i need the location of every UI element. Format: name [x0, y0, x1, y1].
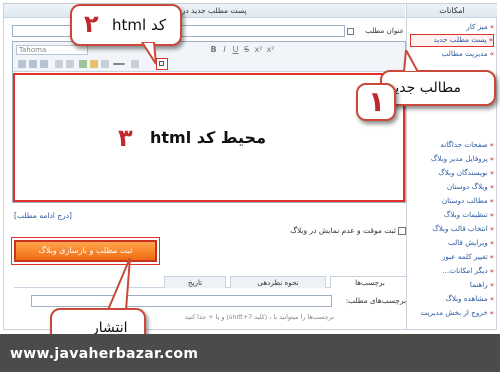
- sidebar-item-label: صفحات جداگانه: [440, 140, 488, 149]
- bullet-icon: »: [489, 155, 494, 163]
- title-checkbox[interactable]: [347, 28, 354, 35]
- tab-tags[interactable]: برچسب‌ها: [330, 276, 410, 288]
- sidebar-item-new-post[interactable]: »پست مطلب جدید: [410, 34, 494, 47]
- temporary-save-checkbox[interactable]: [398, 227, 406, 235]
- callout-new-post: مطالب جدید: [380, 70, 496, 106]
- bullet-icon: »: [489, 183, 494, 191]
- sidebar-item-label: راهنما: [469, 280, 488, 289]
- subscript-button[interactable]: x²: [254, 45, 263, 54]
- sidebar-item-more[interactable]: »دیگر امکانات...: [410, 265, 494, 277]
- sidebar-header: امکانات: [407, 4, 497, 18]
- bold-button[interactable]: B: [209, 45, 218, 54]
- post-editor: Tahoma B I U S x² x²: [12, 41, 406, 203]
- italic-button[interactable]: I: [220, 45, 229, 54]
- bullet-icon: »: [489, 211, 494, 219]
- sidebar-item-label: مطالب دوستان: [441, 196, 488, 205]
- callout-html-code: ۲ کد html: [70, 4, 182, 46]
- source-view-icon[interactable]: [131, 60, 139, 68]
- bullet-icon: »: [489, 267, 494, 275]
- tab-comments[interactable]: نحوه نظردهی: [230, 276, 326, 288]
- callout-number: ۱: [368, 85, 386, 118]
- strike-button[interactable]: S: [242, 45, 251, 54]
- link-icon[interactable]: [79, 60, 87, 68]
- underline-button[interactable]: U: [231, 45, 240, 54]
- bullet-icon: »: [489, 309, 494, 317]
- bullet-icon: »: [489, 239, 494, 247]
- indent-icon[interactable]: [40, 60, 48, 68]
- post-options-tabs: برچسب‌ها نحوه نظردهی تاریخ: [14, 276, 410, 288]
- tags-input[interactable]: [31, 295, 332, 307]
- sidebar-item-choose-theme[interactable]: »انتخاب قالب وبلاگ: [410, 223, 494, 235]
- callout-html-tail: [140, 42, 157, 65]
- sidebar-item-profile[interactable]: »پروفایل مدیر وبلاگ: [410, 153, 494, 165]
- bullet-icon: »: [489, 295, 494, 303]
- read-more-link[interactable]: [درج ادامه مطلب]: [14, 211, 72, 220]
- editor-toolbar: Tahoma B I U S x² x²: [13, 42, 405, 72]
- tab-date[interactable]: تاریخ: [164, 276, 226, 288]
- sidebar-item-view-blog[interactable]: »مشاهده وبلاگ: [410, 293, 494, 305]
- sidebar-item-label: مشاهده وبلاگ: [445, 294, 488, 303]
- main-panel: پست مطلب جدید در وبلاگ عنوان مطلب Tahoma…: [4, 4, 410, 329]
- bullet-icon: »: [489, 50, 494, 58]
- sidebar-item-authors[interactable]: »نویسندگان وبلاگ: [410, 167, 494, 179]
- callout-number-one: ۱: [356, 83, 396, 121]
- table-icon[interactable]: [101, 60, 109, 68]
- sidebar-item-label: پست مطلب جدید: [433, 35, 487, 44]
- hr-icon[interactable]: [113, 63, 125, 65]
- editor-number: ۳: [118, 124, 133, 152]
- align-icon[interactable]: [18, 60, 26, 68]
- editor-label: محیط کد html: [150, 128, 266, 147]
- sidebar-item-label: مدیریت مطالب: [441, 49, 488, 58]
- sidebar-item-label: پروفایل مدیر وبلاگ: [430, 154, 488, 163]
- sidebar-item-label: میز کار: [466, 22, 488, 31]
- tags-label: برچسب‌های مطلب:: [345, 296, 406, 305]
- callout-new-post-tail: [402, 50, 420, 72]
- superscript-button[interactable]: x²: [266, 45, 275, 54]
- sidebar-item-label: ویرایش قالب: [447, 238, 488, 247]
- callout-label: مطالب جدید: [388, 80, 461, 96]
- sidebar-item-settings[interactable]: »تنظیمات وبلاگ: [410, 209, 494, 221]
- bullet-icon: »: [489, 253, 494, 261]
- sidebar-item-label: خروج از بخش مدیریت: [420, 308, 488, 317]
- bullet-icon: »: [489, 281, 494, 289]
- undo-icon[interactable]: [55, 60, 63, 68]
- temporary-save-label: ثبت موقت و عدم نمایش در وبلاگ: [290, 226, 396, 235]
- callout-publish-tail: [106, 258, 131, 310]
- bullet-icon: »: [489, 197, 494, 205]
- font-select[interactable]: Tahoma: [16, 45, 88, 55]
- main-header: پست مطلب جدید در وبلاگ: [4, 4, 405, 18]
- sidebar-item-label: دیگر امکانات...: [442, 266, 488, 275]
- sidebar-item-label: انتخاب قالب وبلاگ: [432, 224, 488, 233]
- sidebar-item-change-password[interactable]: »تغییر کلمه عبور: [410, 251, 494, 263]
- callout-number: ۲: [84, 10, 99, 38]
- sidebar-item-label: تغییر کلمه عبور: [441, 252, 488, 261]
- sidebar-item-pages[interactable]: »صفحات جداگانه: [410, 139, 494, 151]
- sidebar-item-label: وبلاگ دوستان: [446, 182, 488, 191]
- bullet-icon: »: [489, 23, 494, 31]
- sidebar-item-dashboard[interactable]: »میز کار: [410, 21, 494, 33]
- sidebar-item-label: نویسندگان وبلاگ: [438, 168, 488, 177]
- title-label: عنوان مطلب: [365, 26, 404, 35]
- sidebar-item-label: تنظیمات وبلاگ: [443, 210, 488, 219]
- bullet-icon: »: [489, 141, 494, 149]
- bullet-icon: »: [488, 36, 493, 44]
- list-icon[interactable]: [29, 60, 37, 68]
- callout-label: کد html: [112, 16, 166, 34]
- bullet-icon: »: [489, 225, 494, 233]
- redo-icon[interactable]: [66, 60, 74, 68]
- sidebar-item-logout[interactable]: »خروج از بخش مدیریت: [410, 307, 494, 319]
- tags-hint: برچسب‌ها را میتوانید با ، (کلید shift+7)…: [184, 313, 334, 321]
- sidebar-item-help[interactable]: »راهنما: [410, 279, 494, 291]
- site-watermark: www.javaherbazar.com: [10, 346, 199, 362]
- sidebar-item-friends-blogs[interactable]: »وبلاگ دوستان: [410, 181, 494, 193]
- bullet-icon: »: [489, 169, 494, 177]
- sidebar-item-friends-posts[interactable]: »مطالب دوستان: [410, 195, 494, 207]
- image-icon[interactable]: [90, 60, 98, 68]
- sidebar-item-edit-theme[interactable]: »ویرایش قالب: [410, 237, 494, 249]
